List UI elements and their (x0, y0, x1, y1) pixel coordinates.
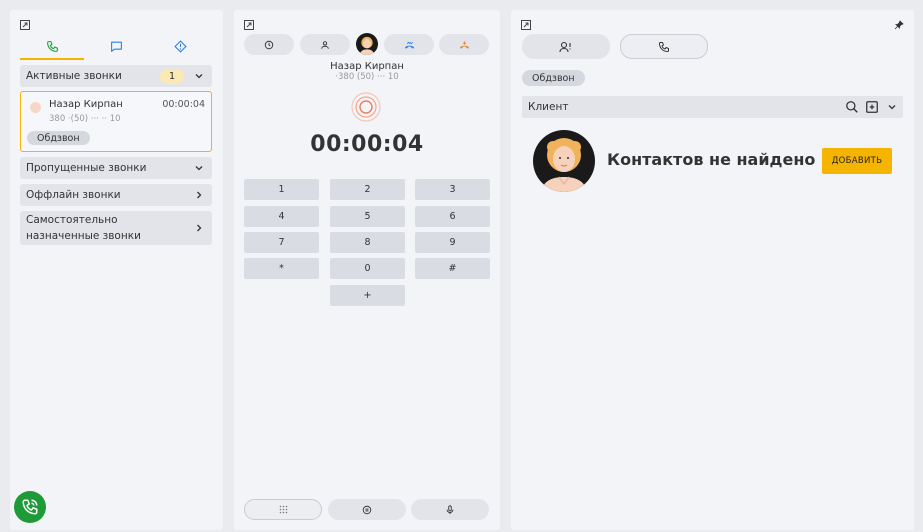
caller-avatar (30, 102, 41, 113)
history-icon (264, 40, 274, 49)
key-6[interactable]: 6 (415, 206, 490, 227)
dialpad-toggle-button[interactable] (244, 499, 322, 520)
chevron-down-icon[interactable] (887, 102, 897, 112)
calls-list-panel: Активные звонки 1 Назар Кирпан 00:00:04 … (10, 10, 223, 530)
no-contacts-message: Контактов не найдено (607, 150, 816, 169)
add-contact-button[interactable]: ДОБАВИТЬ (822, 148, 892, 174)
client-panel: Обдзвон Клиент Контактов не найдено ДОБА… (511, 10, 914, 530)
placeholder-avatar (533, 130, 595, 192)
call-duration: 00:00:04 (162, 99, 205, 110)
phone-call-icon (22, 499, 38, 515)
search-icon[interactable] (845, 100, 859, 114)
chevron-right-icon (197, 191, 202, 199)
chevron-right-icon (197, 224, 202, 232)
key-0[interactable]: 0 (330, 258, 405, 279)
phone-icon (659, 41, 669, 52)
tab-calls[interactable] (20, 32, 84, 60)
ringing-indicator-icon (351, 92, 381, 122)
section-self-assigned-calls[interactable]: Самостоятельно назначенные звонки (20, 211, 212, 245)
active-calls-count-badge: 1 (160, 68, 184, 84)
key-8[interactable]: 8 (330, 232, 405, 253)
key-plus[interactable]: + (330, 285, 405, 306)
section-missed-calls[interactable]: Пропущенные звонки (20, 157, 212, 179)
calls-tabs (20, 32, 212, 60)
key-2[interactable]: 2 (330, 179, 405, 200)
add-box-icon[interactable] (865, 100, 879, 114)
caller-phone: 380 ·(50) ··· ·· 10 (49, 114, 121, 124)
chat-icon (110, 41, 122, 52)
key-star[interactable]: * (244, 258, 319, 279)
section-active-calls[interactable]: Активные звонки 1 (20, 65, 212, 87)
dialer-panel: Назар Кирпан ·380 (50) ··· 10 00:00:04 1… (234, 10, 500, 530)
transfer-button[interactable] (384, 34, 434, 55)
history-button[interactable] (244, 34, 294, 55)
softphone-call-button[interactable] (14, 491, 46, 523)
hangup-icon (459, 40, 469, 49)
active-call-card[interactable]: Назар Кирпан 00:00:04 380 ·(50) ··· ·· 1… (20, 91, 212, 152)
key-1[interactable]: 1 (244, 179, 319, 200)
microphone-icon (446, 504, 454, 514)
phone-icon (46, 40, 58, 52)
pause-icon (362, 505, 372, 514)
client-search-bar: Клиент (522, 96, 903, 118)
grid-icon (279, 505, 287, 514)
chevron-down-icon (195, 74, 203, 79)
call-tag: Обдзвон (27, 131, 90, 145)
warning-diamond-icon (173, 39, 187, 53)
contact-button[interactable] (300, 34, 350, 55)
call-timer: 00:00:04 (310, 132, 424, 157)
mute-button[interactable] (411, 499, 489, 520)
chevron-down-icon (195, 166, 203, 171)
transfer-icon (404, 41, 414, 49)
expand-icon[interactable] (521, 20, 531, 30)
expand-icon[interactable] (20, 20, 30, 30)
caller-avatar (356, 33, 378, 55)
user-info-icon (559, 41, 571, 52)
tab-alerts[interactable] (148, 32, 212, 60)
client-label: Клиент (528, 101, 569, 113)
pin-icon[interactable] (894, 20, 904, 30)
hold-button[interactable] (328, 499, 406, 520)
call-tag: Обдзвон (522, 70, 585, 86)
caller-name: Назар Кирпан (330, 61, 404, 72)
call-info-button[interactable] (620, 34, 708, 59)
tab-chats[interactable] (84, 32, 148, 60)
key-hash[interactable]: # (415, 258, 490, 279)
hangup-button[interactable] (439, 34, 489, 55)
user-icon (321, 40, 329, 49)
expand-icon[interactable] (244, 20, 254, 30)
key-4[interactable]: 4 (244, 206, 319, 227)
call-action-bar (244, 33, 489, 55)
key-9[interactable]: 9 (415, 232, 490, 253)
caller-phone: ·380 (50) ··· 10 (335, 72, 399, 82)
key-7[interactable]: 7 (244, 232, 319, 253)
client-info-button[interactable] (522, 34, 610, 59)
caller-name: Назар Кирпан (49, 99, 123, 110)
key-3[interactable]: 3 (415, 179, 490, 200)
section-offline-calls[interactable]: Оффлайн звонки (20, 184, 212, 206)
key-5[interactable]: 5 (330, 206, 405, 227)
